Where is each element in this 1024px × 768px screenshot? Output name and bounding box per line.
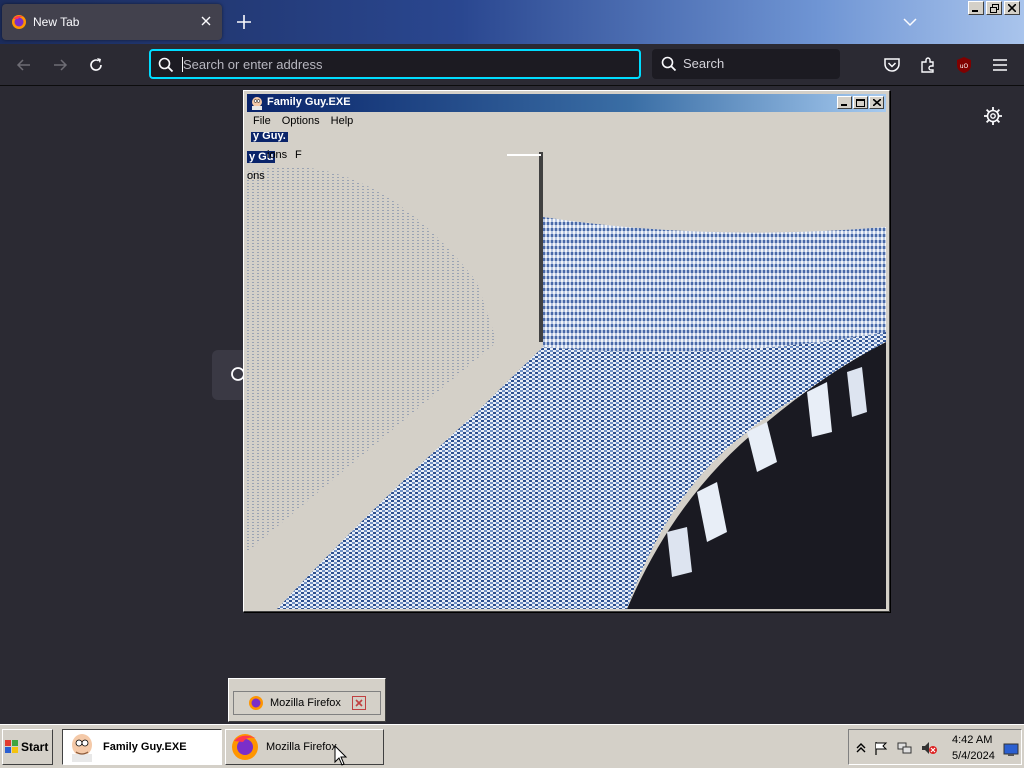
firefox-icon bbox=[12, 15, 26, 29]
dialog-close-button[interactable] bbox=[869, 96, 884, 109]
thumbnail-label: Mozilla Firefox bbox=[270, 697, 341, 709]
back-icon[interactable] bbox=[14, 55, 34, 75]
start-label: Start bbox=[21, 740, 49, 754]
taskbar-thumbnail-popup[interactable]: Mozilla Firefox bbox=[228, 678, 386, 722]
search-icon bbox=[661, 56, 677, 72]
window-title: Family Guy.EXE bbox=[267, 96, 351, 108]
family-guy-window[interactable]: Family Guy.EXE File Options Help y Guy. … bbox=[243, 90, 890, 612]
menu-icon[interactable] bbox=[990, 55, 1010, 75]
reload-icon[interactable] bbox=[86, 55, 106, 75]
menu-options[interactable]: Options bbox=[276, 113, 325, 131]
clock-date[interactable]: 5/4/2024 bbox=[952, 750, 995, 762]
clock-time[interactable]: 4:42 AM bbox=[952, 734, 992, 746]
address-bar[interactable] bbox=[149, 49, 641, 79]
close-icon bbox=[1008, 4, 1016, 12]
firefox-icon bbox=[232, 734, 258, 760]
search-bar[interactable]: Search bbox=[652, 49, 840, 79]
navigation-toolbar: Search uO bbox=[0, 44, 1024, 86]
action-center-flag-icon[interactable] bbox=[873, 741, 889, 755]
dialog-maximize-button[interactable] bbox=[853, 96, 868, 109]
peter-griffin-icon bbox=[252, 97, 262, 110]
mouse-cursor-icon bbox=[334, 745, 348, 766]
tab-title: New Tab bbox=[33, 15, 80, 29]
taskbar-item-family-guy[interactable]: Family Guy.EXE bbox=[62, 729, 222, 765]
menu-file[interactable]: File bbox=[247, 113, 276, 131]
show-desktop-icon[interactable] bbox=[1003, 743, 1019, 757]
system-tray: 4:42 AM 5/4/2024 bbox=[848, 729, 1022, 765]
search-icon bbox=[158, 57, 174, 73]
ghost-text-6: ons bbox=[247, 170, 265, 182]
restore-button[interactable] bbox=[986, 1, 1002, 15]
minimize-icon bbox=[972, 10, 978, 12]
tab-list-icon[interactable] bbox=[900, 13, 920, 31]
ghost-text-5: F bbox=[295, 149, 302, 161]
browser-tab-strip: New Tab bbox=[0, 0, 1024, 44]
close-window-button[interactable] bbox=[1004, 1, 1020, 15]
show-hidden-icons-icon[interactable] bbox=[853, 741, 869, 755]
search-placeholder: Search bbox=[683, 56, 725, 71]
taskbar: Start Family Guy.EXE Mozilla Firefox 4:4… bbox=[0, 724, 1024, 768]
windows-logo-icon bbox=[5, 740, 18, 753]
new-tab-icon[interactable] bbox=[234, 12, 254, 32]
pocket-icon[interactable] bbox=[882, 55, 902, 75]
ublock-icon[interactable]: uO bbox=[954, 55, 974, 75]
close-icon bbox=[355, 699, 363, 707]
menu-help[interactable]: Help bbox=[325, 113, 359, 131]
maximize-icon bbox=[856, 98, 865, 107]
svg-text:uO: uO bbox=[960, 63, 969, 70]
minimize-button[interactable] bbox=[968, 1, 984, 15]
firefox-icon bbox=[249, 696, 263, 710]
extensions-icon[interactable] bbox=[918, 55, 938, 75]
dialog-window-controls bbox=[837, 96, 884, 109]
dialog-menu-bar: File Options Help bbox=[247, 113, 886, 131]
ghost-text-4: ions bbox=[267, 149, 288, 161]
forward-icon[interactable] bbox=[50, 55, 70, 75]
minimize-icon bbox=[841, 104, 847, 106]
close-icon bbox=[872, 99, 881, 106]
peter-griffin-icon bbox=[72, 734, 92, 762]
tab-new-tab[interactable]: New Tab bbox=[2, 4, 222, 40]
thumbnail-item[interactable]: Mozilla Firefox bbox=[233, 691, 381, 715]
taskbar-label: Mozilla Firefox bbox=[266, 741, 337, 753]
start-button[interactable]: Start bbox=[2, 729, 53, 765]
volume-muted-icon[interactable] bbox=[921, 741, 937, 755]
taskbar-label: Family Guy.EXE bbox=[103, 741, 187, 753]
window-controls bbox=[968, 1, 1020, 15]
window-titlebar[interactable]: Family Guy.EXE bbox=[247, 94, 886, 112]
restore-icon bbox=[989, 3, 999, 13]
taskbar-item-firefox[interactable]: Mozilla Firefox bbox=[225, 729, 384, 765]
tab-close-icon[interactable] bbox=[198, 13, 214, 29]
dialog-minimize-button[interactable] bbox=[837, 96, 852, 109]
glitched-canvas: y Guy. G y Gu ions F ons bbox=[247, 132, 886, 609]
glitch-artwork bbox=[247, 152, 886, 609]
settings-gear-icon[interactable] bbox=[983, 106, 1003, 126]
address-input[interactable] bbox=[183, 56, 633, 72]
thumbnail-close-button[interactable] bbox=[352, 696, 366, 710]
network-icon[interactable] bbox=[897, 741, 913, 755]
ghost-text-1: y Guy. bbox=[251, 132, 288, 142]
